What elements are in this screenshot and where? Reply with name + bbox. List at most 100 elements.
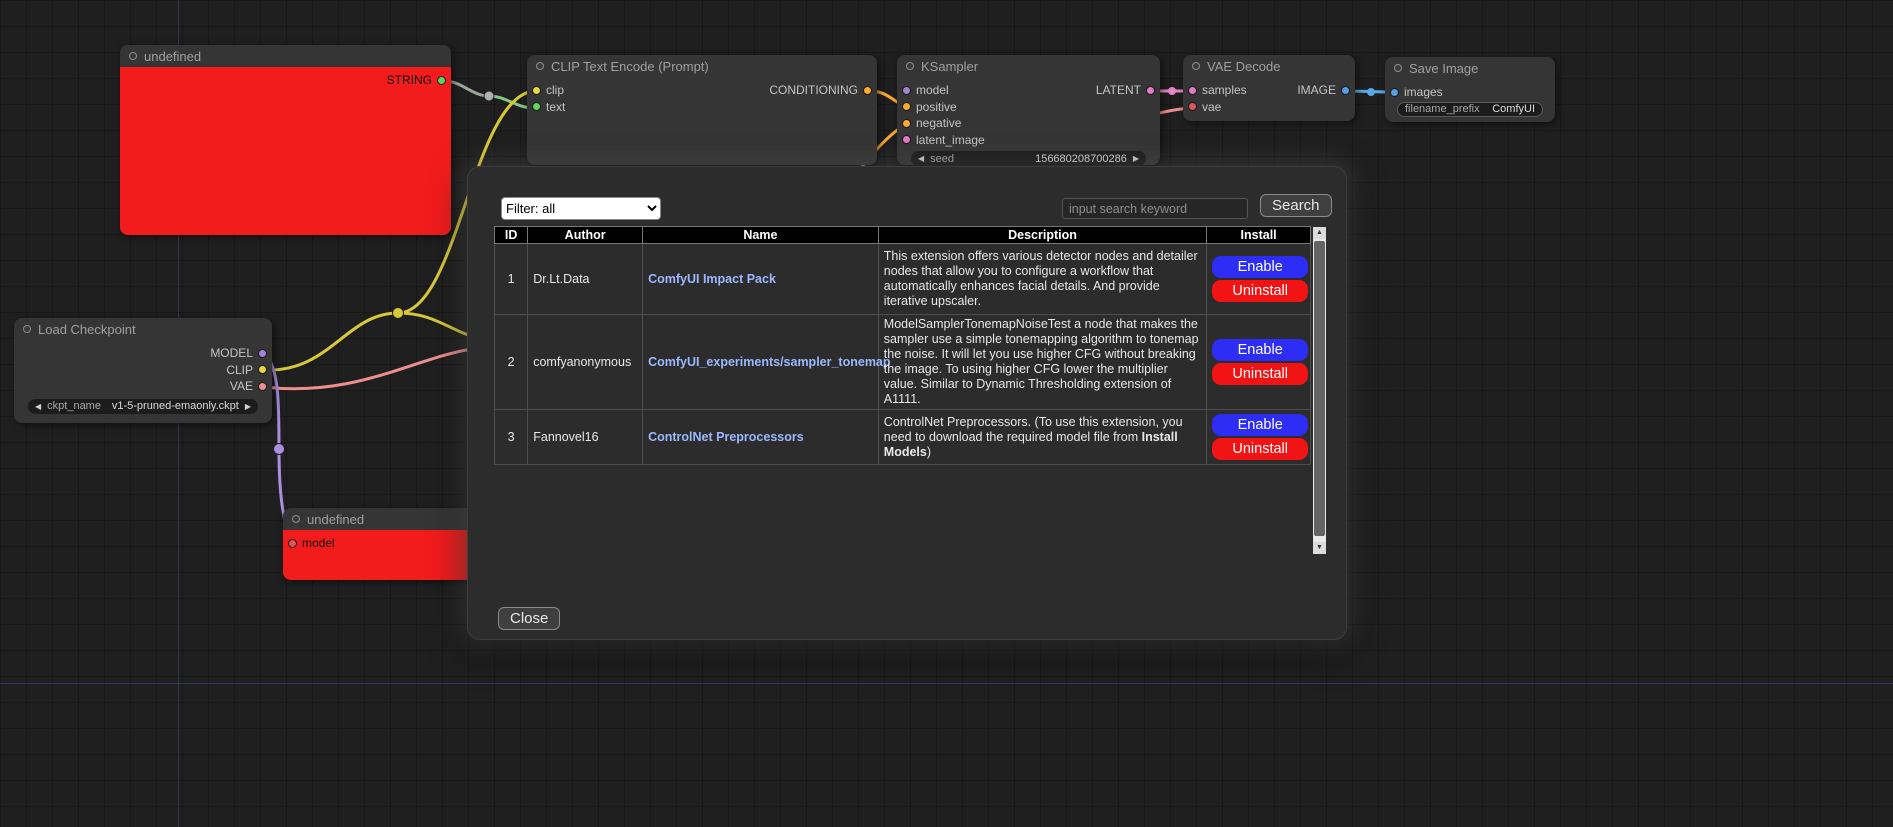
cell-install: Enable Uninstall — [1207, 315, 1311, 410]
node-undefined-top[interactable]: undefined STRING — [120, 45, 451, 235]
node-title: undefined — [307, 512, 364, 527]
input-label: images — [1404, 85, 1443, 99]
node-header[interactable]: CLIP Text Encode (Prompt) — [527, 55, 877, 77]
decrement-arrow-icon[interactable]: ◀ — [35, 402, 41, 411]
output-slot-image[interactable] — [1341, 86, 1350, 95]
col-header-id: ID — [495, 227, 528, 244]
description-text: ControlNet Preprocessors. (To use this e… — [884, 415, 1183, 444]
input-slot-images[interactable] — [1390, 88, 1399, 97]
cell-author: Fannovel16 — [528, 410, 643, 465]
collapse-dot-icon[interactable] — [906, 62, 914, 70]
input-label: samples — [1202, 83, 1247, 97]
output-label: LATENT — [1096, 83, 1141, 97]
custom-nodes-manager-dialog: Filter: all Search ID Author Name Descri… — [467, 166, 1347, 640]
col-header-name: Name — [643, 227, 879, 244]
widget-value: 156680208700286 — [1035, 153, 1127, 165]
cell-description: ModelSamplerTonemapNoiseTest a node that… — [878, 315, 1206, 410]
scrollbar-up-arrow-icon[interactable]: ▲ — [1313, 227, 1326, 239]
output-slot-string[interactable] — [437, 76, 446, 85]
output-slot-model[interactable] — [258, 349, 267, 358]
close-button[interactable]: Close — [498, 607, 560, 630]
input-slot-model[interactable] — [902, 86, 911, 95]
extension-link[interactable]: ComfyUI Impact Pack — [648, 272, 776, 286]
reroute-dot[interactable] — [274, 444, 285, 455]
uninstall-button[interactable]: Uninstall — [1212, 280, 1308, 302]
input-label: positive — [916, 100, 957, 114]
collapse-dot-icon[interactable] — [1394, 64, 1402, 72]
output-slot-latent[interactable] — [1146, 86, 1155, 95]
reroute-dot[interactable] — [484, 91, 494, 101]
node-title: Load Checkpoint — [38, 322, 136, 337]
filename-prefix-widget[interactable]: filename_prefix ComfyUI — [1397, 102, 1543, 117]
node-header[interactable]: VAE Decode — [1183, 55, 1355, 77]
input-slot-samples[interactable] — [1188, 86, 1197, 95]
collapse-dot-icon[interactable] — [1192, 62, 1200, 70]
filter-select[interactable]: Filter: all — [501, 197, 661, 220]
cell-author: Dr.Lt.Data — [528, 244, 643, 315]
input-slot-text[interactable] — [532, 102, 541, 111]
collapse-dot-icon[interactable] — [292, 515, 300, 523]
widget-name: filename_prefix — [1405, 103, 1480, 115]
enable-button[interactable]: Enable — [1212, 414, 1308, 436]
input-label: clip — [546, 83, 564, 97]
scrollbar-down-arrow-icon[interactable]: ▼ — [1313, 542, 1326, 554]
input-label: latent_image — [916, 133, 985, 147]
output-label: IMAGE — [1297, 83, 1336, 97]
cell-id: 3 — [495, 410, 528, 465]
table-scrollbar[interactable]: ▲ ▼ — [1313, 227, 1326, 554]
widget-name: seed — [930, 153, 954, 165]
enable-button[interactable]: Enable — [1212, 339, 1308, 361]
output-slot-conditioning[interactable] — [863, 86, 872, 95]
increment-arrow-icon[interactable]: ▶ — [245, 402, 251, 411]
node-header[interactable]: KSampler — [897, 55, 1160, 77]
output-slot-vae[interactable] — [258, 382, 267, 391]
graph-canvas[interactable]: undefined STRING CLIP Text Encode (Promp… — [0, 0, 1893, 827]
widget-value: ComfyUI — [1492, 103, 1535, 115]
description-text: ModelSamplerTonemapNoiseTest a node that… — [884, 317, 1199, 406]
extension-link[interactable]: ComfyUI_experiments/sampler_tonemap — [648, 355, 890, 369]
decrement-arrow-icon[interactable]: ◀ — [918, 154, 924, 163]
node-header[interactable]: Load Checkpoint — [14, 318, 272, 340]
input-slot-model[interactable] — [288, 539, 297, 548]
node-header[interactable]: undefined — [120, 45, 451, 67]
node-title: KSampler — [921, 59, 978, 74]
node-header[interactable]: undefined — [283, 508, 483, 530]
collapse-dot-icon[interactable] — [23, 325, 31, 333]
collapse-dot-icon[interactable] — [129, 52, 137, 60]
ckpt-name-widget[interactable]: ◀ ckpt_name v1-5-pruned-emaonly.ckpt ▶ — [28, 399, 258, 414]
input-slot-vae[interactable] — [1188, 102, 1197, 111]
node-save-image[interactable]: Save Image images filename_prefix ComfyU… — [1385, 57, 1555, 122]
link-dot — [1168, 87, 1176, 95]
cell-description: This extension offers various detector n… — [878, 244, 1206, 315]
input-slot-latent-image[interactable] — [902, 135, 911, 144]
collapse-dot-icon[interactable] — [536, 62, 544, 70]
table-row: 3 Fannovel16 ControlNet Preprocessors Co… — [495, 410, 1311, 465]
scrollbar-thumb[interactable] — [1314, 241, 1325, 536]
reroute-dot[interactable] — [393, 308, 404, 319]
increment-arrow-icon[interactable]: ▶ — [1133, 154, 1139, 163]
node-header[interactable]: Save Image — [1385, 57, 1555, 79]
table-header-row: ID Author Name Description Install — [495, 227, 1311, 244]
uninstall-button[interactable]: Uninstall — [1212, 438, 1308, 460]
input-slot-clip[interactable] — [532, 86, 541, 95]
enable-button[interactable]: Enable — [1212, 256, 1308, 278]
node-clip-text-encode[interactable]: CLIP Text Encode (Prompt) clip CONDITION… — [527, 55, 877, 165]
input-label: vae — [1202, 100, 1221, 114]
widget-value: v1-5-pruned-emaonly.ckpt — [112, 400, 239, 412]
uninstall-button[interactable]: Uninstall — [1212, 363, 1308, 385]
node-load-checkpoint[interactable]: Load Checkpoint MODEL CLIP VAE — [14, 318, 272, 423]
node-title: Save Image — [1409, 61, 1478, 76]
input-slot-negative[interactable] — [902, 119, 911, 128]
extension-link[interactable]: ControlNet Preprocessors — [648, 430, 804, 444]
cell-install: Enable Uninstall — [1207, 244, 1311, 315]
search-button[interactable]: Search — [1260, 194, 1332, 217]
widget-name: ckpt_name — [47, 400, 101, 412]
input-slot-positive[interactable] — [902, 102, 911, 111]
search-input[interactable] — [1062, 198, 1248, 219]
seed-widget[interactable]: ◀ seed 156680208700286 ▶ — [911, 151, 1146, 166]
node-ksampler[interactable]: KSampler model LATENT positive — [897, 55, 1160, 165]
output-label: MODEL — [210, 346, 253, 360]
output-slot-clip[interactable] — [258, 365, 267, 374]
node-vae-decode[interactable]: VAE Decode samples IMAGE vae — [1183, 55, 1355, 121]
node-undefined-bottom[interactable]: undefined model — [283, 508, 483, 580]
